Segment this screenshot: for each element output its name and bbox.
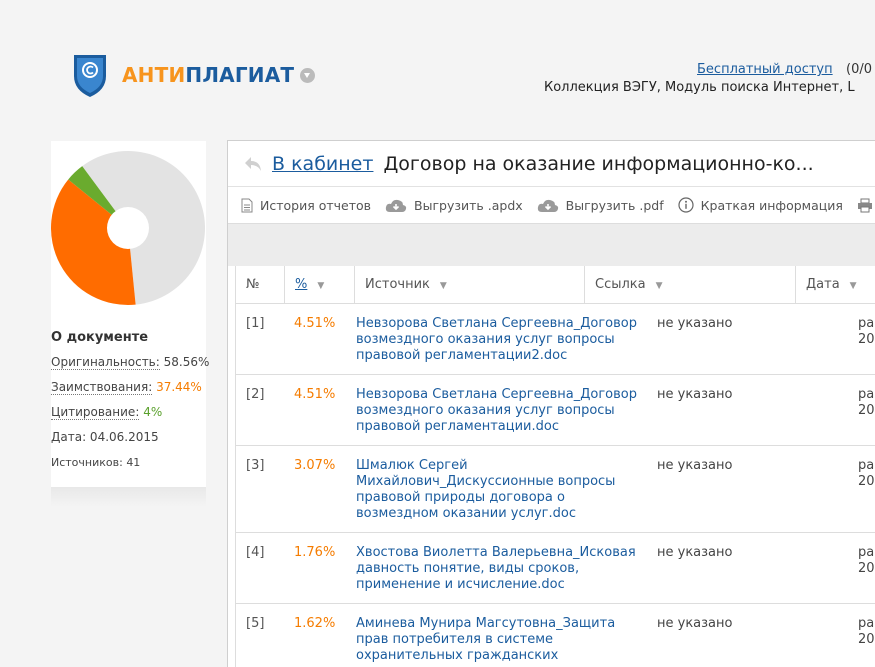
cabinet-link[interactable]: В кабинет	[272, 153, 373, 175]
citation-stat: Цитирование: 4%	[51, 405, 163, 420]
history-button[interactable]: История отчетов	[241, 198, 371, 213]
brief-info-button[interactable]: Краткая информация	[678, 197, 843, 213]
source-link[interactable]: Аминева Мунира Магсутовна_Защита прав по…	[356, 616, 646, 664]
sort-icon: ▼	[849, 281, 857, 291]
source-link[interactable]: Шмалюк Сергей Михайлович_Дискуссионные в…	[356, 458, 646, 522]
report-toolbar: История отчетов Выгрузить .apdx Выгрузит…	[228, 186, 875, 223]
brand-dropdown-icon[interactable]	[300, 67, 316, 83]
sources-table: № % ▼ Источник ▼ Ссылка ▼ Дата ▼ [1] 4.51% Н…	[235, 266, 875, 667]
table-row: [4] 1.76% Хвостова Виолетта Валерьевна_И…	[236, 533, 875, 604]
table-row: [2] 4.51% Невзорова Светлана Сергеевна_Д…	[236, 375, 875, 446]
sort-desc-icon: ▼	[317, 281, 325, 291]
sources-count: Источников: 41	[51, 456, 141, 469]
source-link[interactable]: Невзорова Светлана Сергеевна_Договор воз…	[356, 316, 646, 364]
document-date: Дата: 04.06.2015	[51, 430, 159, 444]
borrowing-value: 37.44%	[156, 380, 202, 394]
free-access-count: (0/0	[846, 62, 872, 77]
cloud-download-icon	[537, 199, 558, 212]
shield-logo-icon	[74, 55, 106, 97]
table-row: [5] 1.62% Аминева Мунира Магсутовна_Защи…	[246, 616, 875, 664]
filter-bar	[228, 223, 875, 266]
originality-label: Оригинальность:	[51, 355, 160, 370]
document-icon	[241, 198, 253, 212]
sort-icon: ▼	[439, 281, 447, 291]
back-arrow-icon[interactable]	[242, 153, 264, 175]
free-access-link[interactable]: Бесплатный доступ	[697, 62, 833, 77]
report-title-bar: В кабинет Договор на оказание информацио…	[242, 153, 814, 175]
printer-icon	[857, 198, 872, 212]
report-panel: В кабинет Договор на оказание информацио…	[227, 140, 875, 667]
citation-value: 4%	[143, 405, 163, 419]
cloud-download-icon	[385, 199, 407, 212]
citation-label: Цитирование:	[51, 405, 140, 420]
sort-icon: ▼	[655, 281, 663, 291]
about-document-title: О документе	[51, 330, 149, 345]
borrowing-label: Заимствования:	[51, 380, 153, 395]
document-title: Договор на оказание информационно-ко...	[383, 153, 814, 175]
export-pdf-button[interactable]: Выгрузить .pdf	[537, 198, 664, 213]
pie-center-hole	[107, 207, 149, 249]
column-header-percent[interactable]: % ▼	[285, 266, 355, 304]
column-header-source[interactable]: Источник ▼	[355, 266, 585, 304]
print-button[interactable]: В	[857, 198, 875, 213]
originality-value: 58.56%	[163, 355, 210, 369]
logo[interactable]: АНТИПЛАГИАТ	[72, 52, 316, 98]
column-header-link[interactable]: Ссылка ▼	[585, 266, 796, 304]
table-row: [1] 4.51% Невзорова Светлана Сергеевна_Д…	[236, 304, 875, 375]
info-icon	[678, 197, 694, 213]
left-panel-shadow	[51, 487, 206, 507]
originality-pie-chart	[51, 151, 205, 305]
collection-info: Коллекция ВЭГУ, Модуль поиска Интернет, …	[544, 80, 855, 95]
document-summary-panel: О документе Оригинальность: 58.56% Заимс…	[51, 141, 210, 507]
table-row: [3] 3.07% Шмалюк Сергей Михайлович_Диску…	[236, 446, 875, 533]
originality-stat: Оригинальность: 58.56%	[51, 355, 210, 370]
borrowing-stat: Заимствования: 37.44%	[51, 380, 202, 395]
column-header-date[interactable]: Дата ▼	[796, 266, 875, 304]
source-link[interactable]: Невзорова Светлана Сергеевна_Договор воз…	[356, 387, 646, 435]
brand-name: АНТИПЛАГИАТ	[122, 63, 295, 87]
table-header: № % ▼ Источник ▼ Ссылка ▼ Дата ▼	[236, 266, 875, 304]
export-apdx-button[interactable]: Выгрузить .apdx	[385, 198, 523, 213]
column-header-num: №	[236, 266, 285, 304]
source-link[interactable]: Хвостова Виолетта Валерьевна_Исковая дав…	[356, 545, 646, 593]
